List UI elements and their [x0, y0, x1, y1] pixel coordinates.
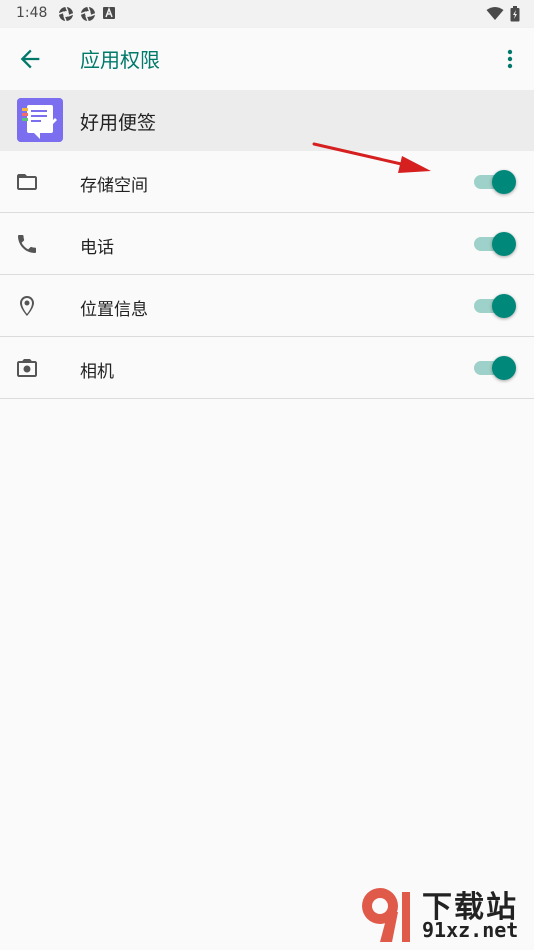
status-system-icons: [486, 6, 520, 22]
phone-permission-toggle[interactable]: [474, 232, 516, 256]
app-header: 好用便签: [0, 90, 534, 151]
folder-icon: [17, 174, 37, 190]
permission-row-location[interactable]: 位置信息: [0, 275, 534, 337]
status-bar: 1:48: [0, 0, 534, 28]
aperture-icon: [80, 6, 96, 22]
permission-row-camera[interactable]: 相机: [0, 337, 534, 399]
status-notification-icons: [58, 6, 116, 22]
permission-row-storage[interactable]: 存储空间: [0, 151, 534, 213]
app-name: 好用便签: [80, 112, 157, 134]
permission-list: 存储空间 电话 位置信息 相机: [0, 151, 534, 399]
camera-icon: [17, 359, 37, 377]
status-time: 1:48: [16, 5, 48, 21]
more-options-button[interactable]: [500, 45, 520, 73]
permission-label: 相机: [80, 362, 114, 382]
app-bar: 应用权限: [0, 28, 534, 90]
location-permission-toggle[interactable]: [474, 294, 516, 318]
note-app-icon: [17, 98, 63, 142]
toggle-thumb: [492, 232, 516, 256]
watermark: 下载站 91xz.net: [358, 882, 528, 946]
more-vert-icon: [507, 49, 513, 69]
watermark-url: 91xz.net: [422, 918, 519, 942]
back-button[interactable]: [16, 45, 44, 73]
arrow-back-icon: [20, 49, 40, 69]
phone-icon: [18, 235, 36, 253]
storage-permission-toggle[interactable]: [474, 170, 516, 194]
battery-icon: [510, 6, 520, 22]
camera-permission-toggle[interactable]: [474, 356, 516, 380]
a-square-icon: [103, 6, 115, 19]
wifi-icon: [486, 7, 504, 20]
watermark-logo-icon: [362, 888, 410, 942]
location-pin-icon: [20, 296, 34, 316]
toggle-thumb: [492, 170, 516, 194]
permission-label: 存储空间: [80, 176, 148, 196]
permission-label: 位置信息: [80, 300, 148, 320]
toggle-thumb: [492, 294, 516, 318]
app-icon: [17, 98, 63, 142]
toggle-thumb: [492, 356, 516, 380]
permission-row-phone[interactable]: 电话: [0, 213, 534, 275]
page-title: 应用权限: [80, 48, 160, 72]
permission-label: 电话: [80, 238, 114, 258]
red-arrow-annotation: [312, 142, 431, 173]
aperture-icon: [58, 6, 74, 22]
